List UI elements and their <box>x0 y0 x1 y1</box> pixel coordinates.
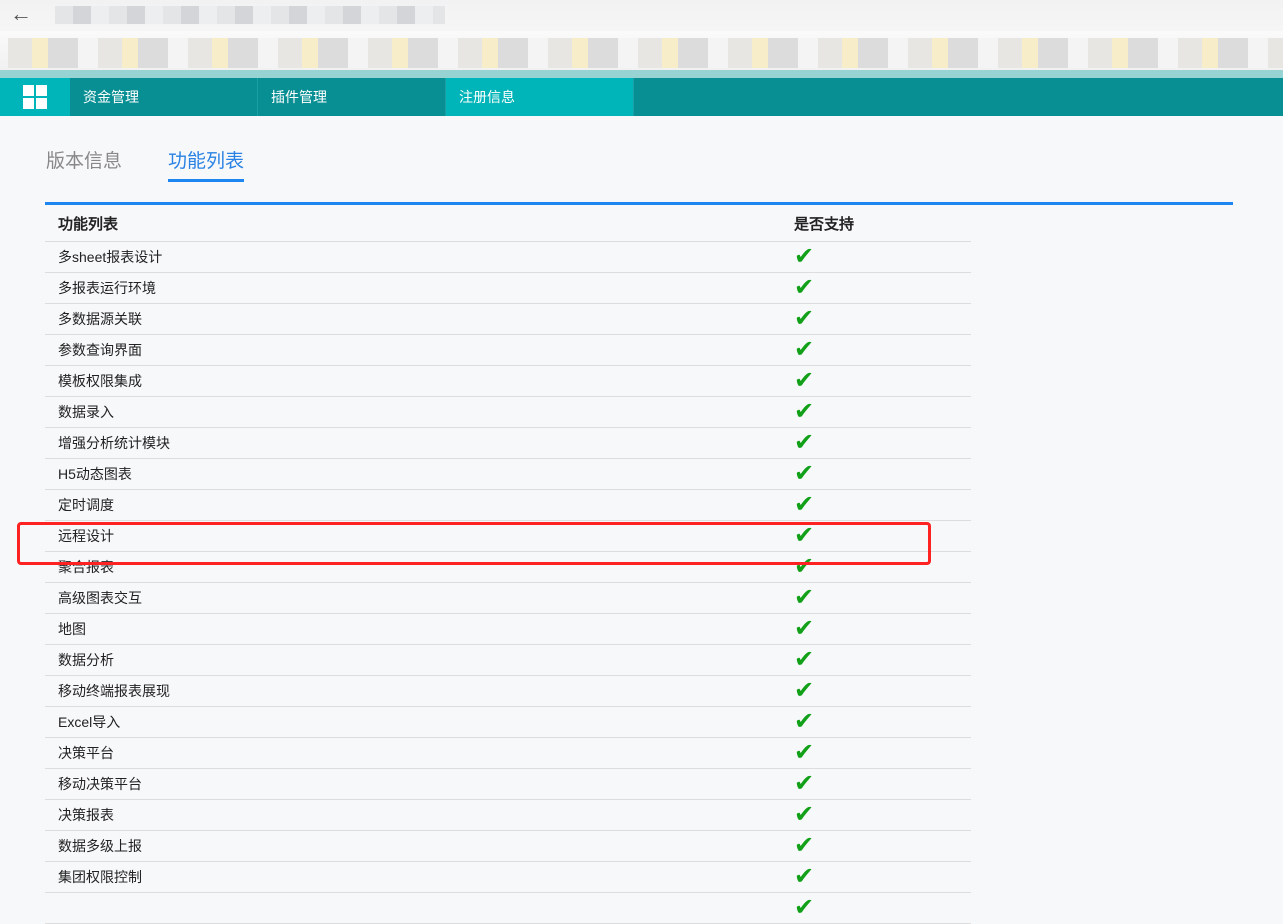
feature-name: 多数据源关联 <box>45 303 794 335</box>
nav-plugin-management[interactable]: 插件管理 <box>258 78 446 116</box>
check-icon: ✔ <box>794 863 815 890</box>
table-row: 高级图表交互 ✔ <box>45 582 971 614</box>
check-icon: ✔ <box>794 336 815 363</box>
check-icon: ✔ <box>794 615 815 642</box>
table-row: Excel导入 ✔ <box>45 706 971 738</box>
blurred-address <box>55 6 445 24</box>
table-row: 参数查询界面 ✔ <box>45 334 971 366</box>
check-icon: ✔ <box>794 243 815 270</box>
nav-registration-info[interactable]: 注册信息 <box>446 78 634 116</box>
top-nav: 资金管理 插件管理 注册信息 <box>0 70 1283 116</box>
check-icon: ✔ <box>794 305 815 332</box>
check-icon: ✔ <box>794 398 815 425</box>
check-icon: ✔ <box>794 832 815 859</box>
apps-grid-icon[interactable] <box>0 78 70 116</box>
feature-name: H5动态图表 <box>45 458 794 490</box>
feature-name: 模板权限集成 <box>45 365 794 397</box>
tab-version-info[interactable]: 版本信息 <box>46 146 122 179</box>
feature-name: 参数查询界面 <box>45 334 794 366</box>
table-row: 地图 ✔ <box>45 613 971 645</box>
tab-feature-list[interactable]: 功能列表 <box>168 146 245 182</box>
table-row: 决策报表 ✔ <box>45 799 971 831</box>
check-icon: ✔ <box>794 491 815 518</box>
table-row: 多sheet报表设计 ✔ <box>45 241 971 273</box>
check-icon: ✔ <box>794 584 815 611</box>
feature-name: 多sheet报表设计 <box>45 241 794 273</box>
table-row: H5动态图表 ✔ <box>45 458 971 490</box>
check-icon: ✔ <box>794 677 815 704</box>
back-arrow-icon[interactable]: ← <box>10 0 32 28</box>
check-icon: ✔ <box>794 708 815 735</box>
table-row: 决策平台 ✔ <box>45 737 971 769</box>
feature-name: 多报表运行环境 <box>45 272 794 304</box>
check-icon: ✔ <box>794 429 815 456</box>
feature-name: 定时调度 <box>45 489 794 521</box>
check-icon: ✔ <box>794 801 815 828</box>
highlight-box <box>17 522 931 565</box>
feature-name: 高级图表交互 <box>45 582 794 614</box>
header-supported: 是否支持 <box>794 205 971 242</box>
feature-name: 数据录入 <box>45 396 794 428</box>
feature-name: 决策平台 <box>45 737 794 769</box>
table-row: 数据分析 ✔ <box>45 644 971 676</box>
table-row: 模板权限集成 ✔ <box>45 365 971 397</box>
browser-bar: ← <box>0 0 1283 78</box>
table-row: 数据多级上报 ✔ <box>45 830 971 862</box>
check-icon: ✔ <box>794 367 815 394</box>
feature-name: 决策报表 <box>45 799 794 831</box>
table-row: 移动决策平台 ✔ <box>45 768 971 800</box>
feature-name: 移动决策平台 <box>45 768 794 800</box>
check-icon: ✔ <box>794 770 815 797</box>
feature-name: Excel导入 <box>45 706 794 738</box>
table-row: 增强分析统计模块 ✔ <box>45 427 971 459</box>
feature-name: 增强分析统计模块 <box>45 427 794 459</box>
feature-name: 集团权限控制 <box>45 861 794 893</box>
blurred-bookmarks <box>8 38 1283 68</box>
table-row: 集团权限控制 ✔ <box>45 861 971 893</box>
check-icon: ✔ <box>794 646 815 673</box>
nav-fund-management[interactable]: 资金管理 <box>70 78 258 116</box>
check-icon: ✔ <box>794 894 815 921</box>
check-icon: ✔ <box>794 739 815 766</box>
table-row: ✔ <box>45 892 971 924</box>
table-row: 移动终端报表展现 ✔ <box>45 675 971 707</box>
feature-name: 移动终端报表展现 <box>45 675 794 707</box>
table-row: 多数据源关联 ✔ <box>45 303 971 335</box>
table-row: 定时调度 ✔ <box>45 489 971 521</box>
table-row: 多报表运行环境 ✔ <box>45 272 971 304</box>
feature-name: 数据分析 <box>45 644 794 676</box>
check-icon: ✔ <box>794 460 815 487</box>
check-icon: ✔ <box>794 274 815 301</box>
feature-name <box>45 892 794 924</box>
feature-name: 地图 <box>45 613 794 645</box>
header-feature: 功能列表 <box>45 205 794 242</box>
feature-name: 数据多级上报 <box>45 830 794 862</box>
table-row: 数据录入 ✔ <box>45 396 971 428</box>
